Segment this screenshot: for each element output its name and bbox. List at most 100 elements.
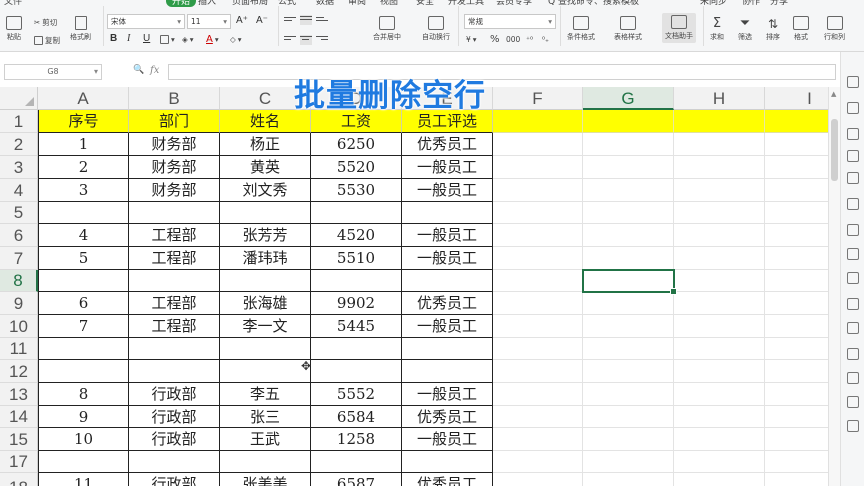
menu-right-item[interactable]: 协作	[742, 0, 760, 7]
table-cell[interactable]: 1258	[311, 428, 402, 451]
table-cell[interactable]	[129, 338, 220, 360]
menu-item[interactable]: 公式	[278, 0, 296, 7]
table-cell[interactable]	[493, 473, 583, 486]
table-cell[interactable]: 6	[38, 292, 129, 315]
menu-item[interactable]: 视图	[380, 0, 398, 7]
wrap-text-button[interactable]: 自动换行	[422, 16, 450, 42]
table-cell[interactable]	[129, 202, 220, 224]
table-cell[interactable]	[765, 133, 828, 156]
table-cell[interactable]	[583, 428, 674, 451]
table-cell[interactable]	[220, 270, 311, 292]
menu-item[interactable]: 文件	[4, 0, 22, 7]
table-cell[interactable]	[583, 224, 674, 247]
table-cell[interactable]	[493, 224, 583, 247]
table-cell[interactable]	[493, 247, 583, 270]
font-size-select[interactable]: 11 ▾	[187, 14, 231, 29]
side-panel-tool-icon[interactable]	[847, 198, 859, 210]
table-header-cell[interactable]: 部门	[129, 110, 220, 133]
table-cell[interactable]: 5530	[311, 179, 402, 202]
menu-item[interactable]: 开发工具	[448, 0, 484, 7]
table-cell[interactable]	[129, 270, 220, 292]
shrink-font-button[interactable]: A⁻	[256, 15, 268, 26]
table-header-cell[interactable]: 序号	[38, 110, 129, 133]
row-header-4[interactable]: 4	[0, 179, 38, 202]
table-cell[interactable]: 工程部	[129, 292, 220, 315]
table-cell[interactable]: 李一文	[220, 315, 311, 338]
align-bottom-icon[interactable]	[316, 16, 328, 26]
table-cell[interactable]: 优秀员工	[402, 292, 493, 315]
table-cell[interactable]: 一般员工	[402, 383, 493, 406]
menu-right-item[interactable]: 分享	[770, 0, 788, 7]
menu-item[interactable]: Q 查找命令、搜索模板	[548, 0, 639, 7]
table-cell[interactable]: 财务部	[129, 179, 220, 202]
table-cell[interactable]	[674, 202, 765, 224]
menu-item[interactable]: 页面布局	[232, 0, 268, 7]
row-header-6[interactable]: 6	[0, 224, 38, 247]
column-header-b[interactable]: B	[129, 87, 220, 110]
menu-item[interactable]: 安全	[416, 0, 434, 7]
table-cell[interactable]: 9	[38, 406, 129, 428]
table-cell[interactable]	[311, 451, 402, 473]
spreadsheet-grid[interactable]: A B C D E F G H I 1 序号 部门 姓名 工资 员工评选 2 1 财务部 杨正 6250 优秀员工 3 2 财…	[0, 87, 828, 486]
scroll-up-icon[interactable]: ▲	[831, 90, 836, 98]
column-header-a[interactable]: A	[38, 87, 129, 110]
table-cell[interactable]	[220, 451, 311, 473]
table-cell[interactable]	[311, 202, 402, 224]
side-panel-tool-icon[interactable]	[847, 76, 859, 88]
table-cell[interactable]	[583, 315, 674, 338]
table-cell[interactable]	[583, 156, 674, 179]
table-cell[interactable]	[765, 315, 828, 338]
table-cell[interactable]: 5552	[311, 383, 402, 406]
table-cell[interactable]	[38, 270, 129, 292]
column-header-g[interactable]: G	[583, 87, 674, 110]
table-cell[interactable]	[674, 406, 765, 428]
row-header-1[interactable]: 1	[0, 110, 38, 133]
number-format-select[interactable]: 常规 ▾	[464, 14, 556, 29]
table-cell[interactable]	[583, 338, 674, 360]
table-cell[interactable]: 8	[38, 383, 129, 406]
table-cell[interactable]: 11	[38, 473, 129, 486]
table-cell[interactable]: 10	[38, 428, 129, 451]
side-panel-tool-icon[interactable]	[847, 102, 859, 114]
table-cell[interactable]	[311, 270, 402, 292]
table-cell[interactable]	[493, 406, 583, 428]
name-box[interactable]: G8 ▾	[4, 64, 102, 80]
table-cell[interactable]	[583, 360, 674, 383]
table-cell[interactable]: 6587	[311, 473, 402, 486]
side-panel-tool-icon[interactable]	[847, 172, 859, 184]
row-header-8[interactable]: 8	[0, 270, 38, 292]
table-cell[interactable]	[674, 133, 765, 156]
align-right-icon[interactable]	[316, 35, 328, 45]
table-cell[interactable]: 一般员工	[402, 156, 493, 179]
table-cell[interactable]	[402, 360, 493, 383]
table-cell[interactable]	[765, 292, 828, 315]
table-cell[interactable]	[493, 360, 583, 383]
table-cell[interactable]	[493, 202, 583, 224]
table-cell[interactable]: 张芳芳	[220, 224, 311, 247]
table-cell[interactable]	[402, 338, 493, 360]
row-header-9[interactable]: 9	[0, 292, 38, 315]
table-cell[interactable]	[765, 270, 828, 292]
table-cell[interactable]: 7	[38, 315, 129, 338]
table-cell[interactable]	[674, 247, 765, 270]
font-name-select[interactable]: 宋体 ▾	[107, 14, 185, 29]
table-cell[interactable]	[220, 360, 311, 383]
row-header-15[interactable]: 15	[0, 428, 38, 451]
formula-input[interactable]	[168, 64, 836, 80]
table-cell[interactable]	[765, 179, 828, 202]
bold-button[interactable]: B	[110, 33, 117, 44]
table-cell[interactable]	[583, 473, 674, 486]
table-cell[interactable]	[402, 202, 493, 224]
column-header-i[interactable]: I	[765, 87, 828, 110]
table-cell[interactable]: 5520	[311, 156, 402, 179]
row-header-13[interactable]: 13	[0, 383, 38, 406]
table-cell[interactable]	[674, 315, 765, 338]
currency-button[interactable]: ¥ ▾	[466, 35, 477, 44]
side-panel-tool-icon[interactable]	[847, 224, 859, 236]
table-cell[interactable]	[765, 202, 828, 224]
table-cell[interactable]: 黄英	[220, 156, 311, 179]
table-cell[interactable]: 4520	[311, 224, 402, 247]
side-panel-tool-icon[interactable]	[847, 150, 859, 162]
table-cell[interactable]: 刘文秀	[220, 179, 311, 202]
table-cell[interactable]: 5445	[311, 315, 402, 338]
